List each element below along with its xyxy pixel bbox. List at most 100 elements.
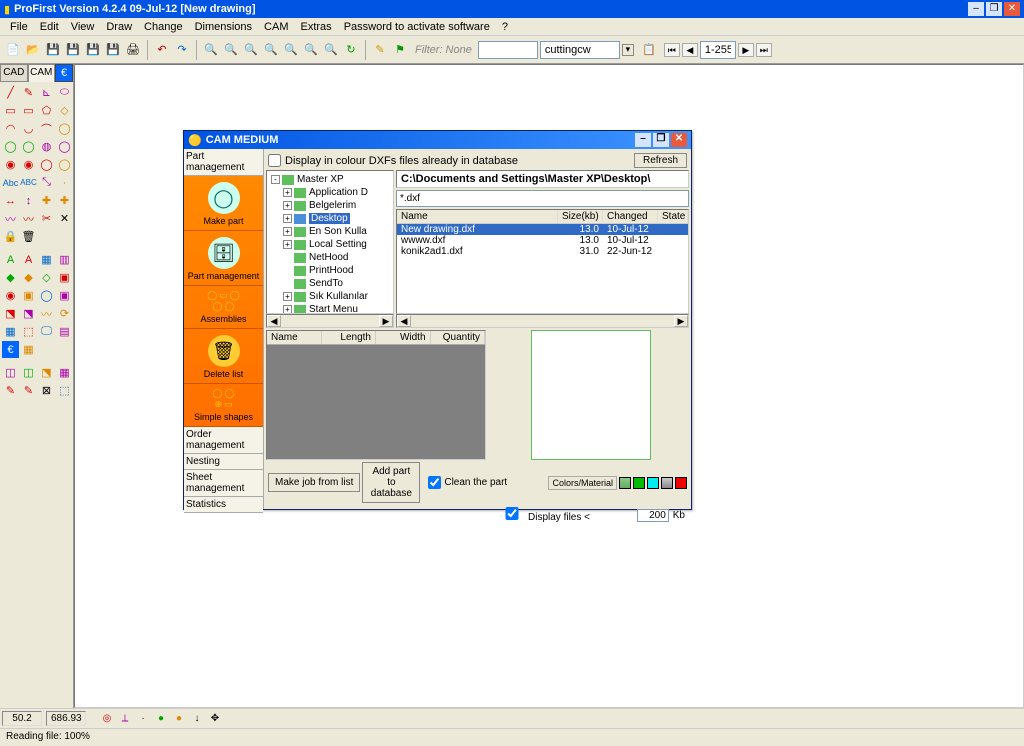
clean-part-checkbox[interactable] — [428, 476, 441, 489]
add-part-button[interactable]: Add part to database — [362, 462, 420, 503]
tree-node[interactable]: +Start Menu — [267, 303, 393, 314]
maximize-button[interactable]: ❐ — [986, 2, 1002, 16]
sidebar-nesting[interactable]: Nesting — [184, 454, 263, 470]
tool-c7-icon[interactable]: ◯ — [38, 156, 55, 173]
sidebar-part-management[interactable]: 🗄 Part management — [184, 231, 263, 286]
tool-dim1-icon[interactable]: ↔ — [2, 192, 19, 209]
tool-trim-icon[interactable]: ✂ — [38, 210, 55, 227]
sidebar-assemblies[interactable]: ◯▭◯ ◯◯ Assemblies — [184, 286, 263, 329]
dialog-minimize-button[interactable]: – — [635, 133, 651, 147]
refresh-icon[interactable]: ↻ — [342, 41, 360, 59]
tool-c5-icon[interactable]: ◉ — [2, 156, 19, 173]
tool-ellipse-icon[interactable]: ⬭ — [56, 84, 73, 101]
tool-s3-icon[interactable]: ◇ — [38, 269, 55, 286]
tool-n1-icon[interactable]: ▦ — [2, 323, 19, 340]
color-swatch-5[interactable] — [675, 477, 687, 489]
status-snap1-icon[interactable]: · — [135, 711, 151, 727]
open-icon[interactable]: 📂 — [24, 41, 42, 59]
tool-n4-icon[interactable]: ▤ — [56, 323, 73, 340]
tool-polygon-icon[interactable]: ⬠ — [38, 102, 55, 119]
tree-expand-icon[interactable]: - — [271, 175, 280, 184]
tool-m2-icon[interactable]: ⬔ — [20, 305, 37, 322]
zoom-window-icon[interactable]: 🔍 — [242, 41, 260, 59]
save2-icon[interactable]: 💾 — [84, 41, 102, 59]
tool-rect2-icon[interactable]: ▭ — [20, 102, 37, 119]
tool-w2-icon[interactable]: ✎ — [20, 382, 37, 399]
tree-node[interactable]: +Application D — [267, 186, 393, 199]
zoom-out-icon[interactable]: 🔍 — [222, 41, 240, 59]
grid-header-quantity[interactable]: Quantity — [431, 331, 486, 344]
status-target-icon[interactable]: ◎ — [99, 711, 115, 727]
undo-icon[interactable]: ↶ — [153, 41, 171, 59]
tool-a1-icon[interactable]: A — [2, 251, 19, 268]
menu-extras[interactable]: Extras — [295, 21, 338, 33]
tool-curve2-icon[interactable]: 〰 — [20, 210, 37, 227]
file-header-state[interactable]: State — [658, 210, 688, 223]
tool-s4-icon[interactable]: ▣ — [56, 269, 73, 286]
tool-q3-icon[interactable]: ⬔ — [38, 364, 55, 381]
clean-part-checkbox-label[interactable]: Clean the part — [428, 476, 507, 489]
menu-help[interactable]: ? — [496, 21, 514, 33]
colors-material-button[interactable]: Colors/Material — [548, 476, 617, 490]
tool-r4-icon[interactable]: ▣ — [56, 287, 73, 304]
copy-icon[interactable]: 📋 — [640, 41, 658, 59]
tool-arc1-icon[interactable]: ◠ — [2, 120, 19, 137]
scroll-right-icon[interactable]: ▶ — [674, 315, 688, 327]
zoom-fit-icon[interactable]: 🔍 — [262, 41, 280, 59]
file-list[interactable]: Name Size(kb) Changed State New drawing.… — [396, 209, 689, 314]
tool-p2-icon[interactable]: ▦ — [20, 341, 37, 358]
file-row[interactable]: New drawing.dxf13.010-Jul-12 — [397, 224, 688, 235]
cutting-input[interactable] — [540, 41, 620, 59]
tool-circle4-icon[interactable]: ◯ — [56, 138, 73, 155]
tree-node[interactable]: +Belgelerim — [267, 199, 393, 212]
tool-lock-icon[interactable]: 🔒 — [2, 228, 19, 245]
display-files-checkbox[interactable] — [496, 507, 528, 520]
status-perp-icon[interactable]: ⟂ — [117, 711, 133, 727]
tree-expand-icon[interactable]: + — [283, 292, 292, 301]
parts-grid[interactable]: Name Length Width Quantity — [266, 330, 486, 460]
tool-a2-icon[interactable]: A — [20, 251, 37, 268]
cutting-dropdown[interactable]: ▾ — [622, 44, 634, 56]
tool-plus-icon[interactable]: ✚ — [56, 192, 73, 209]
tool-s1-icon[interactable]: ◆ — [2, 269, 19, 286]
menu-password[interactable]: Password to activate software — [338, 21, 496, 33]
tree-expand-icon[interactable]: + — [283, 240, 292, 249]
tab-cad[interactable]: CAD — [0, 64, 28, 82]
tool-n3-icon[interactable]: 🖵 — [38, 323, 55, 340]
nav-next-icon[interactable]: ▶ — [738, 43, 754, 57]
file-row[interactable]: wwww.dxf13.010-Jul-12 — [397, 235, 688, 246]
tool-q1-icon[interactable]: ◫ — [2, 364, 19, 381]
file-row[interactable]: konik2ad1.dxf31.022-Jun-12 — [397, 246, 688, 257]
tool-edit-icon[interactable]: ✎ — [20, 84, 37, 101]
tool-n2-icon[interactable]: ⬚ — [20, 323, 37, 340]
new-icon[interactable]: 📄 — [4, 41, 22, 59]
tree-node[interactable]: +Desktop — [267, 212, 393, 225]
tree-node[interactable]: SendTo — [267, 277, 393, 290]
tree-expand-icon[interactable]: + — [283, 305, 292, 314]
grid-header-name[interactable]: Name — [267, 331, 322, 344]
tool-layer-icon[interactable]: ▥ — [56, 251, 73, 268]
euro-button[interactable]: € — [55, 64, 73, 82]
scroll-left-icon[interactable]: ◀ — [397, 315, 411, 327]
close-button[interactable]: ✕ — [1004, 2, 1020, 16]
file-header-changed[interactable]: Changed — [603, 210, 658, 223]
pen-icon[interactable]: ✎ — [371, 41, 389, 59]
menu-cam[interactable]: CAM — [258, 21, 294, 33]
tool-q4-icon[interactable]: ▦ — [56, 364, 73, 381]
make-job-button[interactable]: Make job from list — [268, 473, 360, 492]
status-move-icon[interactable]: ✥ — [207, 711, 223, 727]
sidebar-make-part[interactable]: ◯ Make part — [184, 176, 263, 231]
filelist-scrollbar[interactable]: ◀▶ — [396, 314, 689, 328]
tool-c8-icon[interactable]: ◯ — [56, 156, 73, 173]
dialog-titlebar[interactable]: 🟡 CAM MEDIUM – ❐ ✕ — [184, 131, 691, 149]
tool-rect-icon[interactable]: ▭ — [2, 102, 19, 119]
tree-scrollbar[interactable]: ◀▶ — [266, 314, 394, 328]
file-header-name[interactable]: Name — [397, 210, 558, 223]
menu-change[interactable]: Change — [138, 21, 189, 33]
scroll-right-icon[interactable]: ▶ — [379, 315, 393, 327]
tree-node[interactable]: +Local Setting — [267, 238, 393, 251]
tree-node[interactable]: PrintHood — [267, 264, 393, 277]
tool-line-icon[interactable]: ╱ — [2, 84, 19, 101]
sidebar-statistics[interactable]: Statistics — [184, 497, 263, 513]
nav-prev-icon[interactable]: ◀ — [682, 43, 698, 57]
